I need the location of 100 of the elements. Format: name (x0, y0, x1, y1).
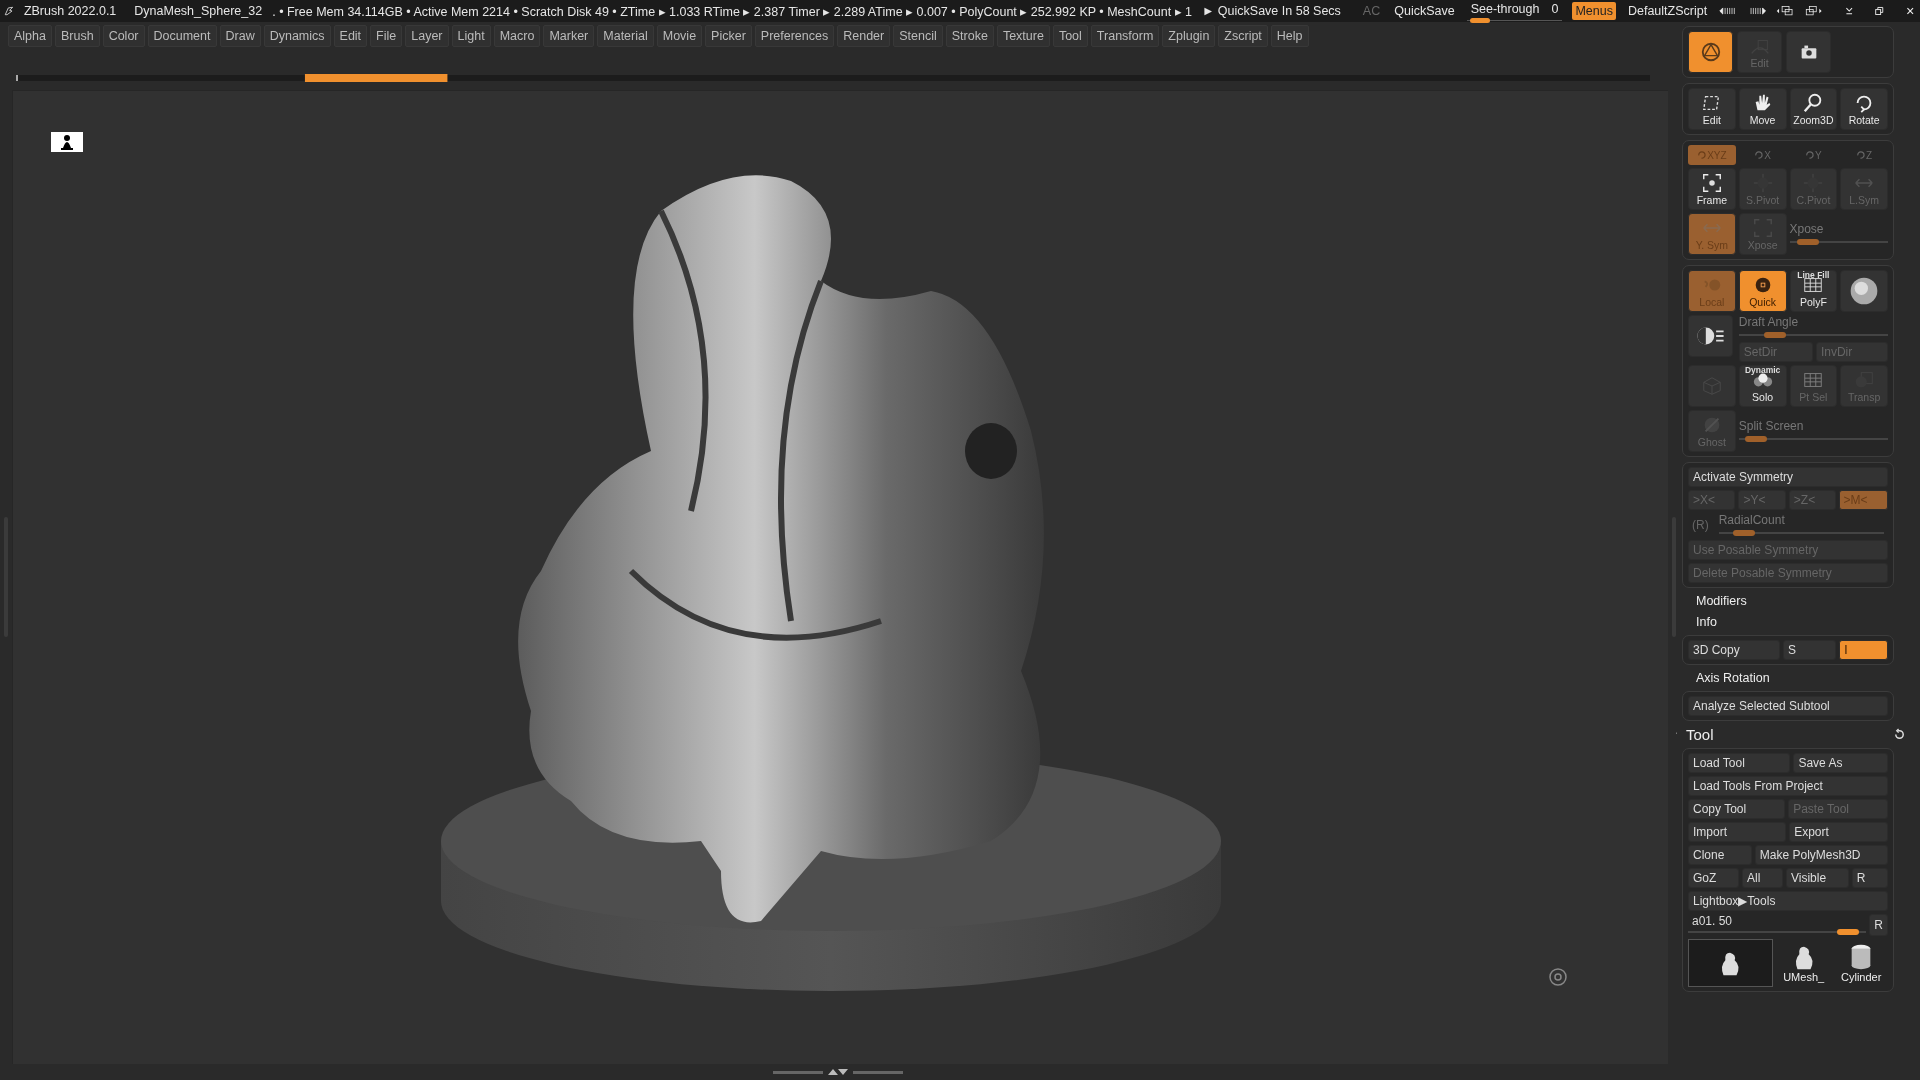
menu-item[interactable]: Brush (55, 25, 100, 47)
split-screen-label: Split Screen (1738, 419, 1805, 433)
menu-item[interactable]: Movie (656, 25, 703, 47)
viewport-canvas[interactable] (12, 90, 1668, 1064)
tool-button[interactable]: Load Tool (1688, 753, 1791, 773)
quicksave-button[interactable]: QuickSave (1392, 4, 1457, 18)
layout-icon[interactable] (1804, 5, 1823, 17)
menu-item[interactable]: Render (837, 25, 891, 47)
shelf-button[interactable] (1786, 31, 1831, 73)
menu-item[interactable]: Draw (219, 25, 261, 47)
tool-button[interactable]: Lightbox▶Tools (1688, 891, 1888, 911)
subpalette-header[interactable]: Axis Rotation (1682, 670, 1894, 686)
nav-button[interactable]: Rotate (1840, 88, 1888, 130)
menu-item[interactable]: Zplugin (1162, 25, 1216, 47)
tool-button[interactable]: R (1851, 868, 1888, 888)
expand-icon[interactable] (1747, 5, 1766, 17)
menu-item[interactable]: Layer (405, 25, 449, 47)
copy-toggle[interactable]: S (1783, 640, 1837, 660)
pivot-button[interactable]: Frame (1688, 168, 1736, 210)
restore-icon[interactable] (1875, 5, 1884, 17)
tool-button[interactable]: Make PolyMesh3D (1754, 845, 1888, 865)
tool-thumbnail[interactable]: UMesh_ (1776, 939, 1831, 987)
display-button[interactable] (1840, 270, 1888, 312)
display-button[interactable]: Quick (1738, 270, 1787, 312)
quicksave-timer: ► QuickSave In 58 Secs (1202, 4, 1341, 18)
menu-item[interactable]: Material (597, 25, 654, 47)
tool-button[interactable]: Visible (1785, 868, 1849, 888)
menu-item[interactable]: Picker (705, 25, 752, 47)
menu-item[interactable]: Preferences (754, 25, 835, 47)
close-icon[interactable] (1905, 5, 1914, 17)
tool-thumbnail[interactable] (1688, 939, 1773, 987)
menu-item[interactable]: Marker (543, 25, 595, 47)
display-button[interactable]: Dynamic Solo (1738, 365, 1787, 407)
slider-thumb[interactable] (1733, 530, 1755, 536)
floor-toggle-icon[interactable] (51, 132, 83, 152)
tool-button[interactable]: All (1741, 868, 1783, 888)
palette-title[interactable]: Tool (1686, 726, 1885, 743)
menu-item[interactable]: Dynamics (263, 25, 331, 47)
subpalette-header[interactable]: Info (1682, 614, 1894, 630)
menu-item[interactable]: Color (102, 25, 145, 47)
display-button[interactable]: Line Fill PolyF (1789, 270, 1838, 312)
menu-item[interactable]: File (370, 25, 403, 47)
slider-thumb[interactable] (1836, 929, 1859, 935)
minimize-icon[interactable] (1844, 5, 1854, 17)
see-through-value: 0 (1551, 1, 1559, 16)
frame-icon (1700, 172, 1723, 195)
tool-button[interactable]: Export (1789, 822, 1888, 842)
copy-toggle[interactable]: I (1839, 640, 1888, 660)
menu-item[interactable]: Help (1270, 25, 1309, 47)
tool-button[interactable]: Copy Tool (1688, 799, 1786, 819)
menu-item[interactable]: Stroke (945, 25, 994, 47)
menu-item[interactable]: Document (147, 25, 217, 47)
menu-item[interactable]: Transform (1090, 25, 1160, 47)
menu-item[interactable]: Stencil (893, 25, 943, 47)
rotate-icon (1697, 149, 1707, 159)
slider-thumb[interactable] (1745, 436, 1768, 442)
tool-button[interactable]: Import (1688, 822, 1787, 842)
slider-thumb[interactable] (1470, 17, 1491, 23)
menu-item[interactable]: Alpha (8, 25, 52, 47)
reset-button[interactable]: R (1869, 914, 1888, 936)
tool-button[interactable]: Clone (1688, 845, 1752, 865)
menu-item[interactable]: Zscript (1218, 25, 1268, 47)
tool-slider-label: a01. 50 (1691, 914, 1734, 928)
tool-button[interactable]: Load Tools From Project (1688, 776, 1888, 796)
rotate-icon (1754, 149, 1764, 159)
copy-toggle[interactable]: 3D Copy (1688, 640, 1780, 660)
layout-icon[interactable] (1775, 5, 1795, 17)
tool-thumbnail[interactable]: Cylinder (1834, 939, 1888, 987)
menu-item[interactable]: Texture (996, 25, 1050, 47)
menu-item[interactable]: Light (451, 25, 491, 47)
menu-item[interactable]: Edit (333, 25, 368, 47)
nav-button[interactable]: Zoom3D (1789, 88, 1838, 130)
see-through-label: See-through (1470, 1, 1540, 16)
document-name: DynaMesh_Sphere_32 (134, 4, 263, 18)
contrast-icon[interactable] (1688, 315, 1733, 357)
menu-item[interactable]: Tool (1052, 25, 1088, 47)
bottom-tray-handle[interactable] (773, 1068, 903, 1076)
tool-button[interactable]: Save As (1793, 753, 1888, 773)
target-circle-icon[interactable] (1548, 967, 1568, 987)
rotate-icon (1805, 149, 1815, 159)
nav-button[interactable]: Edit (1688, 88, 1736, 130)
menu-item[interactable]: Macro (493, 25, 541, 47)
slider-thumb[interactable] (1764, 332, 1787, 338)
analyze-button[interactable]: Analyze Selected Subtool (1688, 696, 1888, 716)
memory-stats: . • Free Mem 34.114GB • Active Mem 2214 • Scratch Disk 49 • ZTime ▸ 1.033 RTime ▸ 2.387 Timer ▸ 2.289 ATime ▸ 0.007 • PolyCount ▸ 252.992 KP • MeshCount ▸ 1 (272, 3, 1192, 19)
see-through-slider[interactable]: See-through 0 (1466, 1, 1563, 21)
app-title: ZBrush 2022.0.1 (23, 4, 117, 18)
script-button[interactable]: DefaultZScript (1625, 4, 1710, 18)
tool-button[interactable]: GoZ (1688, 868, 1739, 888)
nav-button[interactable]: Move (1738, 88, 1787, 130)
slider-thumb[interactable] (1797, 239, 1820, 245)
app-logo-icon (4, 4, 14, 18)
reset-icon[interactable] (1893, 728, 1906, 741)
radial-count-label: RadialCount (1718, 513, 1786, 527)
shelf-button[interactable] (1688, 31, 1733, 73)
activate-symmetry-button[interactable]: Activate Symmetry (1688, 467, 1888, 487)
draft-angle-label: Draft Angle (1738, 315, 1800, 329)
shrink-icon[interactable] (1719, 5, 1738, 17)
menus-button[interactable]: Menus (1572, 2, 1616, 20)
subpalette-header[interactable]: Modifiers (1682, 593, 1894, 609)
